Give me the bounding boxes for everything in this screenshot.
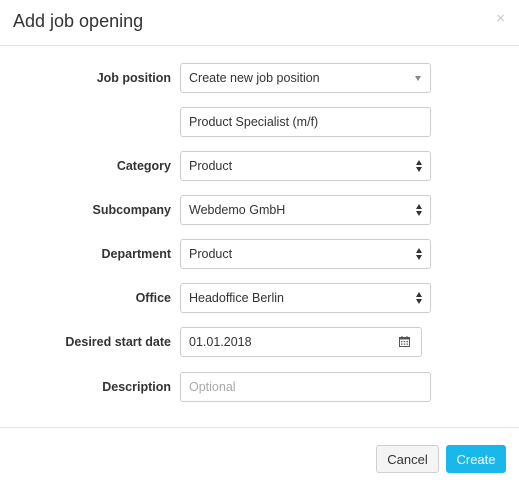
select-arrows-icon <box>416 292 423 304</box>
description-input[interactable]: Optional <box>180 372 431 402</box>
department-row: Department Product <box>0 239 519 269</box>
job-position-value: Create new job position <box>189 71 320 85</box>
select-arrows-icon <box>416 160 423 172</box>
office-row: Office Headoffice Berlin <box>0 283 519 313</box>
dialog-footer: Cancel Create <box>0 427 519 486</box>
job-position-row: Job position Create new job position <box>0 63 519 93</box>
calendar-button[interactable] <box>388 327 422 357</box>
select-arrows-icon <box>416 248 423 260</box>
position-name-input[interactable]: Product Specialist (m/f) <box>180 107 431 137</box>
category-label: Category <box>116 159 171 173</box>
close-icon[interactable]: × <box>496 10 505 28</box>
start-date-row: Desired start date 01.01.2018 <box>0 327 519 357</box>
description-placeholder: Optional <box>189 380 236 394</box>
office-label: Office <box>135 291 171 305</box>
add-job-opening-dialog: Add job opening × Job position Create ne… <box>0 0 519 485</box>
dialog-header: Add job opening × <box>0 0 519 46</box>
select-arrows-icon <box>416 204 423 216</box>
cancel-button[interactable]: Cancel <box>376 445 439 473</box>
subcompany-value: Webdemo GmbH <box>189 203 286 217</box>
create-button[interactable]: Create <box>446 445 506 473</box>
job-position-label: Job position <box>96 71 171 85</box>
category-row: Category Product <box>0 151 519 181</box>
position-name-value: Product Specialist (m/f) <box>189 115 319 129</box>
department-select[interactable]: Product <box>180 239 431 269</box>
dialog-title: Add job opening <box>13 11 144 31</box>
position-name-row: Product Specialist (m/f) <box>0 107 519 137</box>
start-date-input[interactable]: 01.01.2018 <box>180 327 397 357</box>
category-select[interactable]: Product <box>180 151 431 181</box>
subcompany-row: Subcompany Webdemo GmbH <box>0 195 519 225</box>
subcompany-label: Subcompany <box>92 203 172 217</box>
office-value: Headoffice Berlin <box>189 291 284 305</box>
department-value: Product <box>189 247 233 261</box>
caret-down-icon <box>415 76 421 81</box>
start-date-value: 01.01.2018 <box>189 335 252 349</box>
start-date-label: Desired start date <box>65 335 171 349</box>
subcompany-select[interactable]: Webdemo GmbH <box>180 195 431 225</box>
category-value: Product <box>189 159 233 173</box>
office-select[interactable]: Headoffice Berlin <box>180 283 431 313</box>
job-position-select[interactable]: Create new job position <box>180 63 431 93</box>
description-label: Description <box>102 380 171 394</box>
calendar-icon <box>399 336 410 347</box>
department-label: Department <box>101 247 171 261</box>
description-row: Description Optional <box>0 372 519 402</box>
